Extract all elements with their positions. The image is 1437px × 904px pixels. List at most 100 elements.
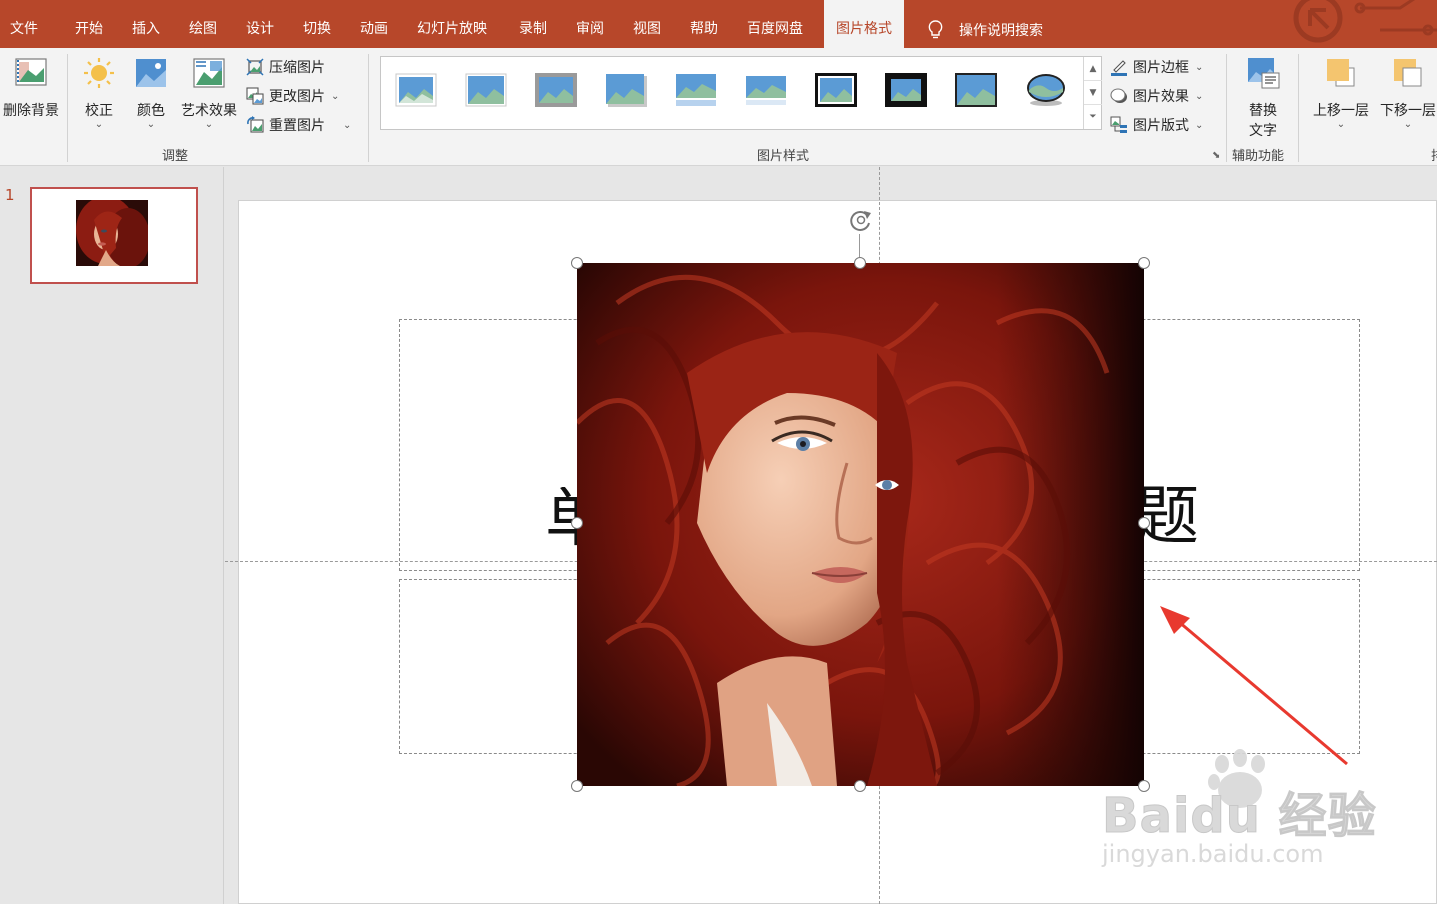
send-backward-button[interactable]: 下移一层 ⌄ (1376, 56, 1437, 130)
artistic-effects-label: 艺术效果 (181, 103, 237, 119)
group-separator (1298, 54, 1299, 162)
dialog-launcher-icon[interactable]: ⬊ (1212, 150, 1220, 161)
tab-design[interactable]: 设计 (246, 20, 274, 38)
tab-slideshow[interactable]: 幻灯片放映 (417, 20, 487, 38)
picture-effects-icon (1110, 88, 1127, 103)
picture-style-black-frame[interactable] (814, 72, 858, 108)
corrections-label: 校正 (85, 103, 113, 119)
picture-style-thick-black-frame[interactable] (884, 72, 928, 108)
slide-number: 1 (5, 186, 15, 204)
tab-insert[interactable]: 插入 (132, 20, 160, 38)
group-label-adjust: 调整 (162, 149, 189, 164)
picture-style-simple-frame[interactable] (394, 72, 438, 108)
tell-me-search[interactable]: 操作说明搜索 (928, 20, 1043, 40)
tab-baidu-netdisk[interactable]: 百度网盘 (747, 20, 803, 38)
red-annotation-arrow-icon (1160, 606, 1348, 766)
picture-color-icon (136, 59, 166, 87)
resize-handle-top-right[interactable] (1138, 257, 1150, 269)
picture-effects-label: 图片效果 (1133, 89, 1189, 105)
gallery-more-button[interactable]: ⏷ (1084, 105, 1102, 129)
picture-style-drop-shadow[interactable] (604, 72, 648, 108)
chevron-down-icon: ⌄ (1336, 119, 1346, 130)
tab-home[interactable]: 开始 (75, 20, 103, 38)
tell-me-label: 操作说明搜索 (959, 23, 1043, 39)
picture-effects-button[interactable]: 图片效果 ⌄ (1110, 86, 1203, 106)
artistic-effects-icon (193, 58, 225, 88)
compress-pictures-button[interactable]: 压缩图片 (246, 57, 325, 77)
alt-text-icon (1248, 58, 1280, 89)
picture-border-button[interactable]: 图片边框 ⌄ (1110, 57, 1203, 77)
lightbulb-icon (928, 20, 943, 39)
picture-style-reflected[interactable] (674, 72, 718, 108)
resize-handle-bottom-left[interactable] (571, 780, 583, 792)
chevron-down-icon: ⌄ (1195, 119, 1204, 131)
gallery-scroll-down-button[interactable]: ▼ (1084, 81, 1102, 105)
circuit-decoration-icon (1293, 0, 1437, 43)
picture-style-metal-frame[interactable] (534, 72, 578, 108)
alt-text-label-line2: 文字 (1249, 123, 1277, 139)
chevron-down-icon: ⌄ (204, 119, 214, 130)
group-separator (1226, 54, 1227, 162)
picture-layout-label: 图片版式 (1133, 118, 1189, 134)
color-button[interactable]: 颜色 ⌄ (130, 56, 172, 130)
picture-border-label: 图片边框 (1133, 60, 1189, 76)
reset-picture-icon (247, 116, 264, 133)
bring-forward-button[interactable]: 上移一层 ⌄ (1309, 56, 1373, 130)
gallery-scroll-up-button[interactable]: ▲ (1084, 57, 1102, 81)
resize-handle-top-left[interactable] (571, 257, 583, 269)
gallery-scroll: ▲ ▼ ⏷ (1083, 57, 1102, 129)
picture-style-soft-edge[interactable] (464, 72, 508, 108)
resize-handle-right[interactable] (1138, 517, 1150, 529)
color-label: 颜色 (137, 103, 165, 119)
alt-text-label-line1: 替换 (1249, 103, 1277, 119)
tab-transitions[interactable]: 切换 (303, 20, 331, 38)
group-separator (67, 54, 68, 162)
rotate-handle-icon[interactable] (847, 206, 875, 234)
resize-handle-top[interactable] (854, 257, 866, 269)
remove-background-button[interactable]: 删除背景 (0, 56, 62, 120)
remove-background-label: 删除背景 (3, 103, 59, 119)
thumbnail-picture (76, 200, 148, 266)
selected-picture-red-hair-portrait[interactable] (577, 263, 1144, 786)
group-label-arrange: 排 (1431, 145, 1437, 164)
slide-thumbnail[interactable] (30, 187, 198, 284)
resize-handle-left[interactable] (571, 517, 583, 529)
tab-picture-format[interactable]: 图片格式 (824, 0, 904, 48)
rotate-handle-stem (859, 234, 860, 257)
send-backward-icon (1394, 59, 1422, 87)
artistic-effects-button[interactable]: 艺术效果 ⌄ (177, 56, 241, 130)
reset-picture-label: 重置图片 (269, 118, 325, 134)
resize-handle-bottom[interactable] (854, 780, 866, 792)
chevron-down-icon: ⌄ (1195, 90, 1204, 102)
tab-help[interactable]: 帮助 (690, 20, 718, 38)
chevron-down-icon: ⌄ (146, 119, 156, 130)
group-label-picture-styles: 图片样式 (757, 149, 810, 164)
change-picture-button[interactable]: 更改图片 ⌄ (246, 86, 339, 106)
bring-forward-icon (1327, 59, 1355, 87)
tab-review[interactable]: 审阅 (576, 20, 604, 38)
watermark-url: jingyan.baidu.com (1102, 840, 1324, 868)
picture-style-simple-black[interactable] (954, 72, 998, 108)
compress-pictures-label: 压缩图片 (269, 60, 325, 76)
sun-icon (84, 58, 114, 88)
picture-layout-button[interactable]: 图片版式 ⌄ (1110, 115, 1203, 135)
group-separator (368, 54, 369, 162)
reset-picture-button[interactable]: 重置图片 ⌄ (246, 115, 351, 135)
corrections-button[interactable]: 校正 ⌄ (78, 56, 120, 130)
tab-file[interactable]: 文件 (10, 20, 38, 38)
send-backward-label: 下移一层 (1380, 103, 1436, 119)
tab-view[interactable]: 视图 (633, 20, 661, 38)
tab-record[interactable]: 录制 (519, 20, 547, 38)
compress-icon (246, 58, 264, 76)
chevron-down-icon: ⌄ (94, 119, 104, 130)
tab-draw[interactable]: 绘图 (189, 20, 217, 38)
slide-thumbnail-pane: 1 (0, 167, 224, 904)
watermark-brand: Baidu 经验 (1102, 788, 1377, 845)
remove-background-icon (15, 58, 47, 86)
tab-animations[interactable]: 动画 (360, 20, 388, 38)
ribbon-tab-bar: 文件 开始 插入 绘图 设计 切换 动画 幻灯片放映 录制 审阅 视图 帮助 百… (0, 0, 1437, 48)
alt-text-button[interactable]: 替换 文字 (1238, 56, 1288, 140)
picture-layout-icon (1110, 116, 1127, 133)
picture-style-oval[interactable] (1024, 72, 1068, 108)
picture-style-soft-reflection[interactable] (744, 72, 788, 108)
